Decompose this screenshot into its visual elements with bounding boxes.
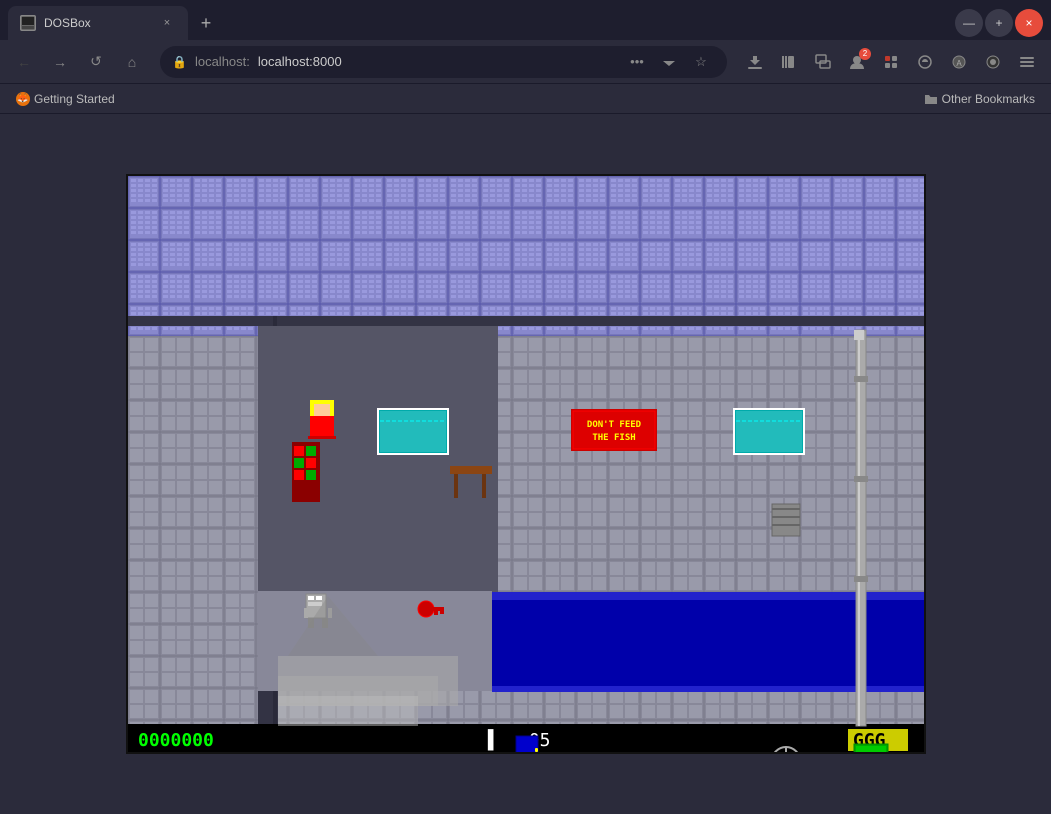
addon2-button[interactable]: A bbox=[943, 46, 975, 78]
active-tab[interactable]: DOSBox × bbox=[8, 6, 188, 40]
home-icon: ⌂ bbox=[128, 54, 136, 70]
tab-close-button[interactable]: × bbox=[158, 14, 176, 32]
forward-icon: → bbox=[53, 54, 67, 70]
window-controls: — + × bbox=[955, 9, 1043, 37]
svg-text:A: A bbox=[956, 59, 962, 68]
nav-tools: 2 A bbox=[739, 46, 1043, 78]
extensions-button[interactable] bbox=[875, 46, 907, 78]
reload-button[interactable]: ↺ bbox=[80, 46, 112, 78]
maximize-button[interactable]: + bbox=[985, 9, 1013, 37]
addon1-button[interactable] bbox=[909, 46, 941, 78]
svg-text:DON'T FEED: DON'T FEED bbox=[586, 420, 641, 430]
security-icon: 🔒 bbox=[172, 55, 187, 69]
folder-icon bbox=[924, 92, 938, 106]
svg-text:THE FISH: THE FISH bbox=[592, 433, 635, 443]
browser-window: DOSBox × + — + × ← → ↺ ⌂ 🔒 localhost: lo… bbox=[0, 0, 1051, 814]
tab-bar: DOSBox × + — + × bbox=[0, 0, 1051, 40]
reload-icon: ↺ bbox=[90, 53, 102, 70]
bookmark-getting-started-label: Getting Started bbox=[34, 92, 115, 106]
svg-text:▶▶: ▶▶ bbox=[866, 751, 876, 754]
bookmark-star-button[interactable]: ☆ bbox=[687, 48, 715, 76]
url-actions: ••• ☆ bbox=[623, 48, 715, 76]
menu-button[interactable] bbox=[1011, 46, 1043, 78]
game-container[interactable]: 0000000 ▌ :05 GGG DON'T FEED THE FISH bbox=[126, 174, 926, 754]
close-button[interactable]: × bbox=[1015, 9, 1043, 37]
bookmarks-bar: 🦊 Getting Started Other Bookmarks bbox=[0, 84, 1051, 114]
firefox-favicon: 🦊 bbox=[16, 92, 30, 106]
more-button[interactable]: ••• bbox=[623, 48, 651, 76]
url-scheme: localhost: bbox=[195, 54, 250, 69]
profile-badge: 2 bbox=[859, 48, 871, 60]
url-text: localhost:8000 bbox=[258, 54, 615, 69]
new-tab-button[interactable]: + bbox=[192, 9, 220, 37]
forward-button[interactable]: → bbox=[44, 46, 76, 78]
back-icon: ← bbox=[17, 54, 31, 70]
game-canvas: 0000000 ▌ :05 GGG DON'T FEED THE FISH bbox=[128, 176, 926, 754]
tab-title: DOSBox bbox=[44, 16, 150, 30]
svg-text:▌: ▌ bbox=[487, 729, 499, 751]
downloads-button[interactable] bbox=[739, 46, 771, 78]
synced-tabs-button[interactable] bbox=[807, 46, 839, 78]
other-bookmarks-button[interactable]: Other Bookmarks bbox=[916, 90, 1043, 108]
pocket-button[interactable] bbox=[655, 48, 683, 76]
back-button[interactable]: ← bbox=[8, 46, 40, 78]
library-button[interactable] bbox=[773, 46, 805, 78]
profile-button[interactable]: 2 bbox=[841, 46, 873, 78]
tab-favicon bbox=[20, 15, 36, 31]
svg-text:0000000: 0000000 bbox=[138, 730, 214, 751]
navigation-bar: ← → ↺ ⌂ 🔒 localhost: localhost:8000 ••• … bbox=[0, 40, 1051, 84]
bookmark-getting-started[interactable]: 🦊 Getting Started bbox=[8, 90, 123, 108]
addon3-button[interactable] bbox=[977, 46, 1009, 78]
minimize-button[interactable]: — bbox=[955, 9, 983, 37]
url-bar[interactable]: 🔒 localhost: localhost:8000 ••• ☆ bbox=[160, 46, 727, 78]
content-area: 0000000 ▌ :05 GGG DON'T FEED THE FISH bbox=[0, 114, 1051, 814]
other-bookmarks-label: Other Bookmarks bbox=[942, 92, 1035, 106]
home-button[interactable]: ⌂ bbox=[116, 46, 148, 78]
